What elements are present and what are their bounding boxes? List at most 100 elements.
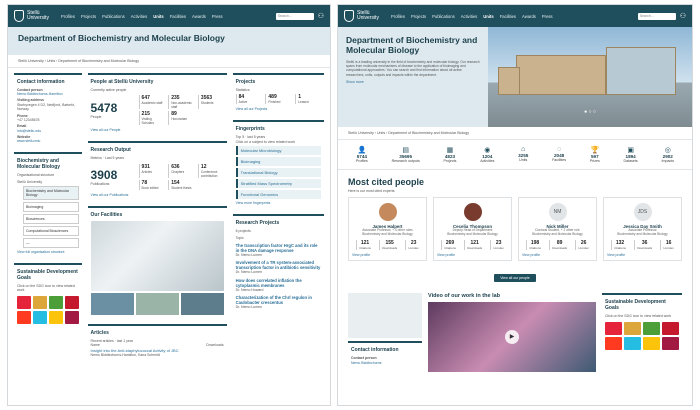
avatar[interactable]: JDS [633, 203, 652, 222]
person-card[interactable]: NM Nick Miller Doctoral Student, + 2 other… [518, 197, 597, 262]
carousel-dots[interactable]: ● ○ ○ [488, 109, 692, 115]
research-project-item[interactable]: Characterization of the Chrl regulon in … [236, 295, 321, 309]
org-root[interactable]: Stellü University [17, 180, 79, 184]
nav-item-press[interactable]: Press [542, 14, 553, 19]
stat-label: Prizes [589, 159, 600, 163]
nav-item-units[interactable]: Units [153, 14, 163, 19]
user-icon[interactable]: ⚇ [680, 12, 686, 20]
stat-research-outputs[interactable]: ▤ 35695 Research outputs [392, 146, 420, 163]
university-logo[interactable]: Stellü University [344, 10, 383, 22]
lab-glassware-photo[interactable] [90, 220, 224, 291]
stat-profiles[interactable]: 👤 5744 Profiles [356, 146, 368, 163]
project-title[interactable]: Involvement of a TR system-associated tr… [236, 260, 321, 270]
avatar[interactable]: NM [548, 203, 567, 222]
nav-item-activities[interactable]: Activities [461, 14, 478, 19]
person-card[interactable]: James Halpert Associate Professor, + 4 ot… [348, 197, 427, 262]
stat-impacts[interactable]: ◎ 2902 Impacts [661, 146, 674, 163]
stat-value: 78 [141, 179, 148, 186]
view-profile-link[interactable]: View profile [437, 253, 508, 257]
project-title[interactable]: The transcription factor HrgC and its ro… [236, 243, 321, 253]
research-project-item[interactable]: Involvement of a TR system-associated tr… [236, 260, 321, 274]
nav-item-facilities[interactable]: Facilities [170, 14, 186, 19]
facility-thumb[interactable] [90, 292, 134, 315]
nav-item-publications[interactable]: Publications [432, 14, 455, 19]
project-title[interactable]: How does correlated inflation the cytopl… [236, 278, 321, 288]
nav-item-publications[interactable]: Publications [102, 14, 125, 19]
search-input[interactable]: Search... [275, 12, 314, 20]
avatar[interactable] [378, 203, 397, 222]
stat-prizes[interactable]: 🏆 597 Prizes [590, 146, 600, 163]
project-title[interactable]: Characterization of the Chrl regulon in … [236, 295, 321, 305]
research-project-item[interactable]: How does correlated inflation the cytopl… [236, 278, 321, 292]
breadcrumb[interactable]: Stellü University › Units › Department o… [338, 127, 692, 140]
sdg-goal-icon[interactable] [64, 295, 79, 309]
view-profile-link[interactable]: View profile [352, 253, 423, 257]
nav-item-profiles[interactable]: Profiles [61, 14, 75, 19]
nav-item-activities[interactable]: Activities [131, 14, 148, 19]
stat-value: 121 [360, 240, 370, 247]
fingerprint-item[interactable]: Translational Biology [235, 168, 321, 178]
nav-item-profiles[interactable]: Profiles [391, 14, 405, 19]
sdg-goal-icon[interactable] [32, 310, 47, 324]
stat-datasets[interactable]: ▣ 1894 Datasets [624, 146, 638, 163]
stat-value: 215 [141, 111, 150, 118]
person-card[interactable]: Cecelia Thompson Deputy Head of Departmen… [433, 197, 512, 262]
nav-item-facilities[interactable]: Facilities [500, 14, 516, 19]
view-profile-link[interactable]: View profile [607, 253, 678, 257]
person-dept: Biochemistry and Molecular Biology [532, 232, 583, 237]
sdg-goal-icon[interactable] [643, 336, 660, 350]
university-logo[interactable]: Stellü University [14, 10, 53, 22]
org-tree-item[interactable]: Biochemistry and Molecular Biology [23, 186, 79, 201]
breadcrumb[interactable]: Stellü University › Units › Department o… [8, 55, 330, 68]
stat-units[interactable]: ⌂ 3255 Units [518, 146, 528, 163]
sdg-goal-icon[interactable] [48, 295, 63, 309]
stat-item: 647 Academic staff [138, 95, 165, 110]
projects-card: Projects Statistics 84 Active 489 Finished 1… [232, 73, 324, 116]
view-profile-link[interactable]: View profile [522, 253, 593, 257]
org-tree-item[interactable]: Bioimaging [23, 202, 79, 213]
sdg-goal-icon[interactable] [662, 336, 679, 350]
project-author: Dr. Nemo Howard [235, 287, 264, 292]
sdg-goal-icon[interactable] [17, 310, 31, 324]
map-thumbnail[interactable] [348, 293, 422, 339]
avatar[interactable] [463, 203, 482, 222]
play-icon[interactable]: ▶ [505, 330, 519, 345]
nav-item-projects[interactable]: Projects [81, 14, 96, 19]
sdg-goal-icon[interactable] [48, 310, 63, 324]
person-card[interactable]: JDS Jessica Day Smith Associate Professor B… [603, 197, 682, 262]
nav-item-awards[interactable]: Awards [522, 14, 536, 19]
person-dept: Biochemistry and Molecular Biology [447, 232, 498, 237]
lab-video[interactable]: ▶ [428, 302, 596, 373]
view-all-people-button[interactable]: View all our people [494, 274, 536, 283]
facility-thumb[interactable] [180, 292, 224, 315]
nav-item-projects[interactable]: Projects [411, 14, 426, 19]
sdg-goal-icon[interactable] [32, 295, 47, 309]
nav-item-press[interactable]: Press [212, 14, 223, 19]
sdg-goal-icon[interactable] [662, 321, 679, 335]
fingerprint-item[interactable]: Molecular Microbiology [235, 146, 321, 156]
sdg-goal-icon[interactable] [643, 321, 660, 335]
facility-thumb[interactable] [135, 292, 179, 315]
fingerprint-item[interactable]: Stratified Mass Spectrometry [235, 179, 321, 189]
nav-item-units[interactable]: Units [483, 14, 493, 19]
fingerprint-item[interactable]: Functional Genomics [235, 190, 321, 200]
fingerprint-item[interactable]: Bioimaging [235, 157, 321, 167]
org-tree-item[interactable]: — [23, 238, 79, 249]
research-project-item[interactable]: The transcription factor HrgC and its ro… [236, 243, 321, 257]
stat-item: 489 Finished [265, 94, 291, 105]
user-icon[interactable]: ⚇ [318, 12, 324, 20]
nav-item-awards[interactable]: Awards [192, 14, 206, 19]
stat-projects[interactable]: ▦ 4823 Projects [443, 146, 456, 163]
sdg-goal-icon[interactable] [605, 321, 622, 335]
org-tree-item[interactable]: Computational Biosciences [23, 226, 79, 237]
sdg-goal-icon[interactable] [624, 321, 641, 335]
search-input[interactable]: Search... [637, 12, 676, 20]
hero-banner: Department of Biochemistry and Molecular… [338, 27, 692, 127]
stat-facilities[interactable]: ◌ 2048 Facilities [552, 146, 566, 163]
sdg-goal-icon[interactable] [17, 295, 31, 309]
sdg-goal-icon[interactable] [64, 310, 79, 324]
sdg-goal-icon[interactable] [624, 336, 641, 350]
stat-activities[interactable]: ◉ 1204 Activities [480, 146, 494, 163]
org-tree-item[interactable]: Biosciences [23, 214, 79, 225]
sdg-goal-icon[interactable] [605, 336, 622, 350]
